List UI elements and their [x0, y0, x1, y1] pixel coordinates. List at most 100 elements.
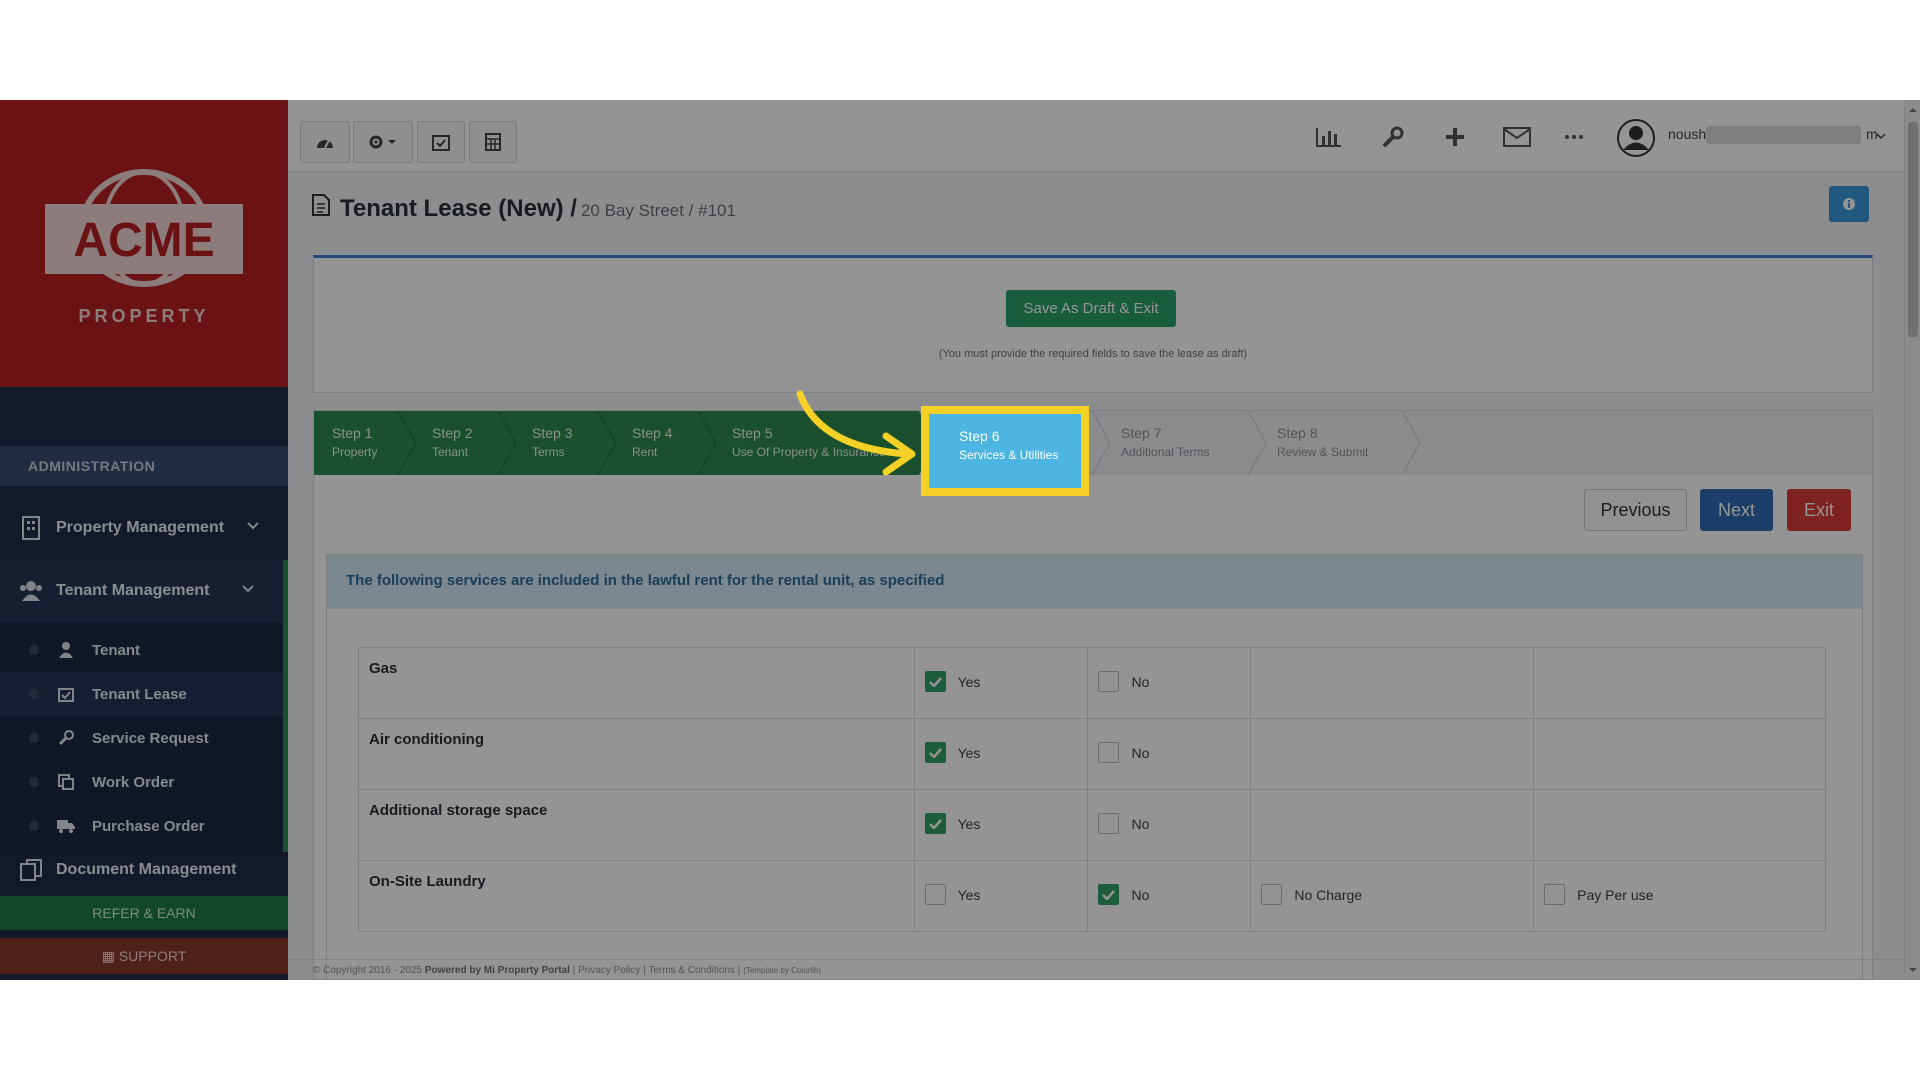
app-window: ACME PROPERTY ADMINISTRATION Property Ma…: [0, 100, 1920, 980]
laundry-pay-per-use-checkbox[interactable]: Pay Per use: [1544, 884, 1653, 905]
info-button[interactable]: [1829, 186, 1869, 222]
step-label: Tenant: [432, 445, 469, 459]
checkbox-checked[interactable]: [924, 813, 946, 834]
checkbox-checked[interactable]: [1098, 884, 1120, 905]
sidebar-item-work-order[interactable]: Work Order: [0, 760, 283, 804]
step-8[interactable]: Step 8 Review & Submit: [1259, 411, 1399, 475]
step-label: Terms: [532, 445, 565, 459]
sidebar-item-document-management[interactable]: Document Management: [0, 848, 288, 892]
step-number: Step 3: [532, 425, 573, 441]
scroll-up-icon[interactable]: [1908, 106, 1918, 114]
support-button[interactable]: ▦ SUPPORT: [0, 938, 288, 974]
step-7[interactable]: Step 7 Additional Terms: [1103, 411, 1243, 475]
laundry-yes-checkbox[interactable]: Yes: [924, 884, 980, 905]
checkbox-unchecked[interactable]: [1098, 742, 1120, 763]
checkbox-label: Yes: [957, 673, 981, 690]
sidebar-item-property-management[interactable]: Property Management: [0, 497, 288, 559]
sidebar-item-label: Tenant: [92, 641, 141, 659]
service-name: Air conditioning: [358, 718, 915, 790]
sidebar-item-tenant[interactable]: Tenant: [0, 628, 283, 672]
checkbox-unchecked[interactable]: [1544, 884, 1566, 905]
laundry-no-charge-checkbox[interactable]: No Charge: [1261, 884, 1362, 905]
checkbox-checked[interactable]: [924, 742, 946, 763]
checkbox-label: No: [1131, 744, 1150, 761]
exit-button[interactable]: Exit: [1787, 489, 1851, 531]
step-3[interactable]: Step 3 Terms: [514, 411, 604, 475]
ac-no-checkbox[interactable]: No: [1098, 742, 1149, 763]
page-breadcrumb: 20 Bay Street / #101: [580, 201, 736, 220]
calendar-button[interactable]: [417, 121, 465, 163]
services-table: Gas Yes No Air conditioning Yes No Addit…: [358, 647, 1826, 932]
draft-note: (You must provide the required fields to…: [938, 348, 1248, 360]
empty-cell: [1250, 647, 1535, 719]
sidebar-item-service-request[interactable]: Service Request: [0, 716, 283, 760]
step-2[interactable]: Step 2 Tenant: [414, 411, 504, 475]
cell: Pay Per use: [1533, 860, 1826, 932]
sidebar-item-label: Work Order: [92, 773, 175, 791]
cell: No: [1087, 860, 1252, 932]
user-icon: [56, 641, 76, 659]
privacy-link[interactable]: Privacy Policy: [578, 965, 640, 976]
checkmark-icon: [928, 747, 942, 758]
step-5[interactable]: Step 5 Use Of Property & Insurance: [714, 411, 892, 475]
bullet-dot: [29, 821, 39, 831]
storage-yes-checkbox[interactable]: Yes: [924, 813, 980, 834]
next-button[interactable]: Next: [1700, 489, 1773, 531]
reports-button[interactable]: [1312, 120, 1346, 154]
checkmark-icon: [928, 676, 942, 687]
cell: No: [1087, 718, 1252, 790]
cell: No: [1087, 647, 1252, 719]
more-button[interactable]: [1557, 120, 1591, 154]
gear-icon: [369, 135, 396, 149]
step-6-highlight[interactable]: Step 6 Services & Utilities: [921, 406, 1089, 496]
user-name-redacted: [1706, 126, 1861, 144]
sidebar-item-purchase-order[interactable]: Purchase Order: [0, 804, 283, 848]
checkmark-icon: [928, 818, 942, 829]
users-icon: [18, 578, 44, 604]
checkbox-checked[interactable]: [924, 671, 946, 692]
step-4[interactable]: Step 4 Rent: [614, 411, 704, 475]
messages-button[interactable]: [1500, 120, 1534, 154]
calculator-button[interactable]: [469, 121, 517, 163]
page-header: Tenant Lease (New) / 20 Bay Street / #10…: [312, 194, 736, 223]
checkbox-unchecked[interactable]: [924, 884, 946, 905]
checkbox-unchecked[interactable]: [1261, 884, 1283, 905]
plus-icon: [1446, 128, 1464, 146]
save-draft-exit-button[interactable]: Save As Draft & Exit: [1006, 290, 1176, 327]
dashboard-button[interactable]: [300, 121, 350, 163]
laundry-no-checkbox[interactable]: No: [1098, 884, 1149, 905]
wizard-steps: Step 1 Property Step 2 Tenant Step 3 Ter…: [314, 411, 1872, 475]
services-heading: The following services are included in t…: [327, 555, 1862, 609]
scroll-thumb[interactable]: [1908, 122, 1918, 337]
cell: Yes: [913, 860, 1089, 932]
sidebar-item-tenant-management[interactable]: Tenant Management: [0, 560, 288, 622]
step-1[interactable]: Step 1 Property: [314, 411, 404, 475]
step-number: Step 7: [1121, 425, 1162, 441]
refer-earn-button[interactable]: REFER & EARN: [0, 896, 288, 930]
previous-button[interactable]: Previous: [1584, 489, 1687, 531]
tools-button[interactable]: [1376, 120, 1410, 154]
chevron-down-icon[interactable]: [1876, 132, 1886, 140]
step-label: Rent: [632, 445, 658, 459]
scrollbar[interactable]: [1904, 100, 1920, 980]
documents-icon: [18, 857, 44, 883]
gas-yes-checkbox[interactable]: Yes: [924, 671, 981, 692]
checkbox-unchecked[interactable]: [1098, 671, 1120, 692]
checkbox-unchecked[interactable]: [1098, 813, 1120, 834]
truck-icon: [56, 817, 76, 835]
terms-link[interactable]: Terms & Conditions: [648, 965, 735, 976]
top-bar: noush m: [288, 100, 1904, 172]
user-name[interactable]: noush: [1668, 126, 1706, 142]
logo[interactable]: ACME PROPERTY: [0, 100, 288, 387]
storage-no-checkbox[interactable]: No: [1098, 813, 1149, 834]
sidebar-item-label: Purchase Order: [92, 817, 205, 835]
avatar[interactable]: [1616, 118, 1656, 158]
settings-dropdown-button[interactable]: [353, 121, 413, 163]
service-name: Additional storage space: [358, 789, 915, 861]
gas-no-checkbox[interactable]: No: [1098, 671, 1149, 692]
sidebar-item-label: Document Management: [56, 861, 237, 878]
ac-yes-checkbox[interactable]: Yes: [924, 742, 980, 763]
scroll-down-icon[interactable]: [1908, 966, 1918, 974]
add-button[interactable]: [1438, 120, 1472, 154]
sidebar-item-tenant-lease[interactable]: Tenant Lease: [0, 672, 283, 716]
